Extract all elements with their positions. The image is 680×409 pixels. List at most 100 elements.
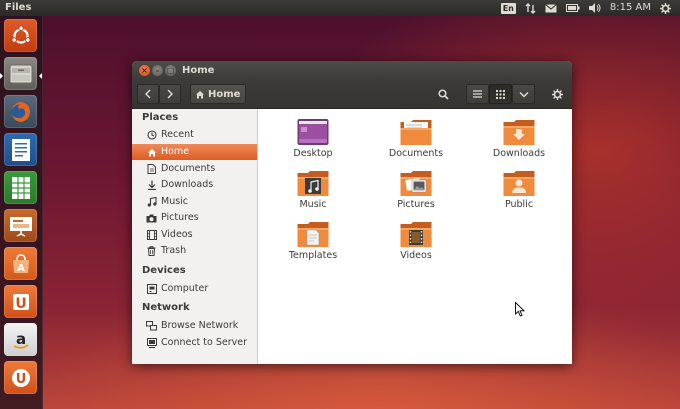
sound-indicator[interactable] <box>588 0 601 16</box>
search-icon <box>437 88 449 100</box>
ubuntu-one-icon: U <box>12 293 29 312</box>
file-item-music[interactable]: Music <box>268 169 358 217</box>
launcher-files-button[interactable] <box>4 57 37 90</box>
file-item-label: Public <box>504 199 534 210</box>
mouse-pointer-icon <box>515 302 525 317</box>
list-view-icon <box>473 90 482 98</box>
firefox-icon <box>10 101 31 122</box>
sidebar-item-computer[interactable]: Computer <box>132 281 257 297</box>
files-window: × – □ Home Home Places Recent Home Docum… <box>132 61 572 364</box>
sidebar-item-documents[interactable]: Documents <box>132 161 257 177</box>
forward-button[interactable] <box>159 84 181 104</box>
launcher-ubuntu-one-button[interactable]: U <box>4 285 37 318</box>
launcher-writer-button[interactable] <box>4 133 37 166</box>
file-item-templates[interactable]: Templates <box>268 220 358 268</box>
app-title: Files <box>5 2 32 13</box>
grid-view-icon <box>496 89 505 99</box>
calc-icon <box>11 176 30 199</box>
computer-icon <box>146 284 157 294</box>
launcher-calc-button[interactable] <box>4 171 37 204</box>
envelope-icon <box>545 3 557 12</box>
software-center-icon: A <box>12 253 29 274</box>
file-item-pictures[interactable]: Pictures <box>371 169 461 217</box>
window-close-button[interactable]: × <box>139 65 150 76</box>
document-icon <box>147 164 156 174</box>
download-icon <box>147 180 156 190</box>
writer-icon <box>11 138 30 161</box>
file-item-label: Desktop <box>293 148 333 159</box>
amazon-icon: a <box>13 330 29 349</box>
sidebar-item-connect-to-server[interactable]: Connect to Server <box>132 335 257 351</box>
window-title: Home <box>182 65 215 76</box>
file-item-label: Music <box>299 199 327 210</box>
messaging-indicator[interactable] <box>545 0 557 16</box>
sidebar-item-home[interactable]: Home <box>132 144 257 160</box>
view-options-button[interactable] <box>512 84 535 104</box>
indicator-area: En 8:15 AM <box>500 0 680 16</box>
server-icon <box>146 338 157 348</box>
file-item-desktop[interactable]: Desktop <box>268 118 358 166</box>
file-cabinet-icon <box>9 64 32 83</box>
file-item-videos[interactable]: Videos <box>371 220 461 268</box>
home-icon <box>147 148 156 156</box>
file-item-public[interactable]: Public <box>474 169 564 217</box>
chevron-right-icon <box>167 89 173 99</box>
videos-folder-icon <box>400 222 432 247</box>
network-indicator[interactable] <box>525 0 536 16</box>
sidebar-item-label: Trash <box>161 245 187 256</box>
launcher-dash-button[interactable] <box>4 19 37 52</box>
sidebar-item-label: Downloads <box>161 179 214 190</box>
back-button[interactable] <box>137 84 159 104</box>
sidebar-item-label: Connect to Server <box>161 337 248 348</box>
keyboard-layout-label: En <box>500 2 516 14</box>
sidebar-item-recent[interactable]: Recent <box>132 127 257 143</box>
battery-indicator[interactable] <box>565 0 580 16</box>
clock-icon <box>146 130 157 140</box>
file-view[interactable]: Desktop Documents Downloads Music Pictur… <box>258 109 572 364</box>
sidebar-item-browse-network[interactable]: Browse Network <box>132 318 257 334</box>
window-maximize-button[interactable]: □ <box>165 65 176 76</box>
svg-text:U: U <box>15 296 26 312</box>
sidebar-item-trash[interactable]: Trash <box>132 243 257 259</box>
file-item-downloads[interactable]: Downloads <box>474 118 564 166</box>
sidebar-item-label: Music <box>161 196 189 207</box>
window-titlebar[interactable]: × – □ Home <box>132 61 572 80</box>
file-item-label: Templates <box>288 250 338 261</box>
grid-view-button[interactable] <box>489 84 512 104</box>
top-panel: Files En 8:15 AM <box>0 0 680 16</box>
speaker-icon <box>588 3 601 13</box>
keyboard-indicator[interactable]: En <box>500 0 516 16</box>
file-item-label: Pictures <box>397 199 435 210</box>
path-bar-label: Home <box>208 88 241 100</box>
clock[interactable]: 8:15 AM <box>610 0 651 16</box>
list-view-button[interactable] <box>466 84 489 104</box>
sidebar-item-label: Browse Network <box>161 320 239 331</box>
gear-icon <box>551 88 563 100</box>
svg-text:a: a <box>15 330 25 348</box>
sidebar-item-music[interactable]: Music <box>132 194 257 210</box>
launcher-firefox-button[interactable] <box>4 95 37 128</box>
battery-icon <box>565 4 580 12</box>
sidebar-header-network: Network <box>142 302 190 313</box>
search-button[interactable] <box>432 84 454 104</box>
file-item-label: Documents <box>388 148 444 159</box>
sidebar-item-downloads[interactable]: Downloads <box>132 177 257 193</box>
launcher-software-center-button[interactable]: A <box>4 247 37 280</box>
public-folder-icon <box>503 171 535 196</box>
file-item-label: Downloads <box>492 148 546 159</box>
sidebar-item-videos[interactable]: Videos <box>132 227 257 243</box>
launcher-amazon-button[interactable]: a <box>4 323 37 356</box>
launcher-impress-button[interactable] <box>4 209 37 242</box>
path-bar-home-button[interactable]: Home <box>190 84 247 104</box>
sidebar-item-label: Pictures <box>161 212 199 223</box>
sidebar-item-label: Videos <box>161 229 193 240</box>
window-minimize-button[interactable]: – <box>152 65 163 76</box>
file-item-label: Videos <box>400 250 432 261</box>
settings-button[interactable] <box>546 84 568 104</box>
session-indicator[interactable] <box>660 0 671 16</box>
launcher-ubuntu-one-music-button[interactable]: U <box>4 361 37 394</box>
documents-folder-icon <box>400 120 432 145</box>
file-item-documents[interactable]: Documents <box>371 118 461 166</box>
sidebar-item-label: Home <box>161 146 190 157</box>
sidebar-item-pictures[interactable]: Pictures <box>132 210 257 226</box>
